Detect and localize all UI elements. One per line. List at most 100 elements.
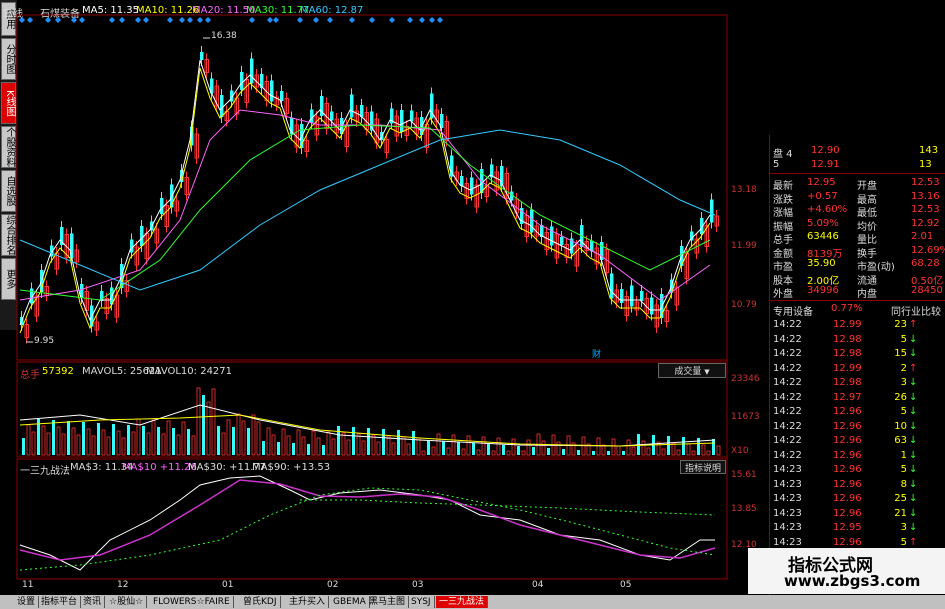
signal-diamond <box>179 17 185 23</box>
volume-bar <box>457 442 460 455</box>
signal-diamond <box>55 17 61 23</box>
sector-row[interactable]: 专用设备 0.77% 同行业比较 <box>771 303 945 318</box>
volume-bar <box>296 429 301 456</box>
divider <box>769 300 945 301</box>
indicator-axis-label: 13.85 <box>731 504 757 514</box>
volume-bar <box>172 428 175 455</box>
volume-bar <box>247 428 250 455</box>
volume-bar <box>26 424 31 456</box>
mavol10-readout: MAVOL10: 24271 <box>146 366 233 377</box>
quote-row: 涨幅 +4.60% 最低 12.53 <box>773 204 940 219</box>
tick-row: 14:22 12.96 63 ↓ <box>773 435 918 446</box>
volume-bar <box>101 429 106 456</box>
signal-diamond <box>45 17 51 23</box>
ma10-indicator-line <box>19 479 716 561</box>
volume-bar <box>446 447 451 456</box>
volume-bar <box>521 450 526 456</box>
volume-bar <box>391 442 396 456</box>
tick-row: 14:22 12.98 3 ↓ <box>773 377 918 388</box>
tick-row: 14:22 12.96 5 ↓ <box>773 406 918 417</box>
signal-diamond <box>135 17 141 23</box>
volume-bar <box>461 448 466 456</box>
volume-bar <box>221 432 226 456</box>
volume-bar <box>691 450 696 456</box>
tick-row: 14:22 12.98 5 ↓ <box>773 333 918 345</box>
volume-bar <box>476 449 481 456</box>
volume-bar <box>86 428 91 456</box>
bottom-tab-8[interactable]: 黑马主图 <box>366 596 410 608</box>
ma90-indicator-line <box>300 499 716 516</box>
candle-body <box>70 233 74 259</box>
ma10-line <box>19 67 711 334</box>
x-axis-label: 05 <box>620 580 632 590</box>
candle-body <box>270 80 274 102</box>
signal-diamond <box>389 17 395 23</box>
bottom-tab-9[interactable]: SYSJ <box>408 596 435 608</box>
volume-bar <box>142 426 145 455</box>
bottom-tab-7[interactable]: GBEMA <box>330 596 370 608</box>
industry-compare-link[interactable]: 同行业比较 <box>891 303 941 318</box>
volume-bar <box>331 438 336 456</box>
volume-bar <box>206 401 211 456</box>
volume-axis-label: 23346 <box>731 374 760 384</box>
volume-bar <box>626 439 631 456</box>
volume-bar <box>112 424 115 455</box>
candlestick-series <box>20 46 719 344</box>
high-marker: 16.38 <box>211 31 237 41</box>
volume-bar <box>562 449 565 455</box>
volume-bar <box>232 427 235 455</box>
indicator-ma90: MA$90: +13.53 <box>252 462 331 473</box>
bottom-tab-10[interactable]: 一三九战法 <box>436 596 489 608</box>
volume-bar <box>41 425 46 456</box>
indicator-help-button[interactable]: 指标说明 <box>680 460 726 474</box>
volume-bar <box>326 431 331 456</box>
volume-bar <box>361 440 366 456</box>
candle-body <box>460 176 464 186</box>
order-book-row: 盘 4 12.90 143 <box>773 145 939 160</box>
volume-bar <box>131 431 136 456</box>
candle-body <box>310 109 314 123</box>
finance-note-marker[interactable]: 财 <box>592 347 601 360</box>
volume-bar <box>292 443 295 455</box>
bottom-tab-6[interactable]: 主升买入 <box>286 596 330 608</box>
bottom-tab-4[interactable]: FLOWERS☆FAIRE <box>150 596 234 608</box>
price-axis-label: 10.79 <box>731 300 757 310</box>
volume-bar <box>31 431 36 456</box>
volume-bar <box>311 430 316 456</box>
volume-bar <box>236 413 241 456</box>
volume-bar <box>532 447 535 455</box>
candle-body <box>350 94 354 118</box>
volume-bar <box>511 438 516 456</box>
volume-bar <box>22 438 25 455</box>
volume-bar <box>466 435 471 456</box>
candle-body <box>530 209 534 233</box>
candle-body <box>620 289 624 303</box>
volume-bar <box>712 439 715 455</box>
quote-row: 涨跌 +0.57 最高 13.16 <box>773 190 940 206</box>
arrow-down-icon: ↓ <box>909 406 918 417</box>
signal-diamond <box>167 17 173 23</box>
bottom-tab-0[interactable]: 设置 <box>14 596 40 608</box>
volume-bar <box>166 420 171 456</box>
bottom-tab-1[interactable]: 指标平台 <box>38 596 82 608</box>
tick-row: 14:22 12.98 15 ↓ <box>773 348 918 359</box>
volume-bar <box>262 441 265 455</box>
signal-diamond <box>313 17 319 23</box>
arrow-down-icon: ↓ <box>909 449 918 461</box>
bottom-tab-5[interactable]: 曾氏KDJ <box>240 596 281 608</box>
volume-bar <box>116 430 121 456</box>
volume-indicator-dropdown[interactable]: 成交量 ▼ <box>658 363 726 378</box>
volume-bar <box>127 425 130 455</box>
tick-row: 14:23 12.96 5 ↓ <box>773 464 918 475</box>
order-book-row: 5 12.91 13 <box>773 159 932 170</box>
volume-bar <box>716 445 721 456</box>
volume-bar <box>472 443 475 455</box>
volume-bar <box>376 441 381 456</box>
candle-body <box>560 237 564 245</box>
bottom-tab-3[interactable]: ☆股仙☆ <box>106 596 148 608</box>
candle-body <box>240 72 244 90</box>
indicator-lines <box>19 475 716 571</box>
candle-body <box>400 110 404 132</box>
volume-bar <box>427 440 430 455</box>
bottom-tab-2[interactable]: 资讯 <box>80 596 106 608</box>
